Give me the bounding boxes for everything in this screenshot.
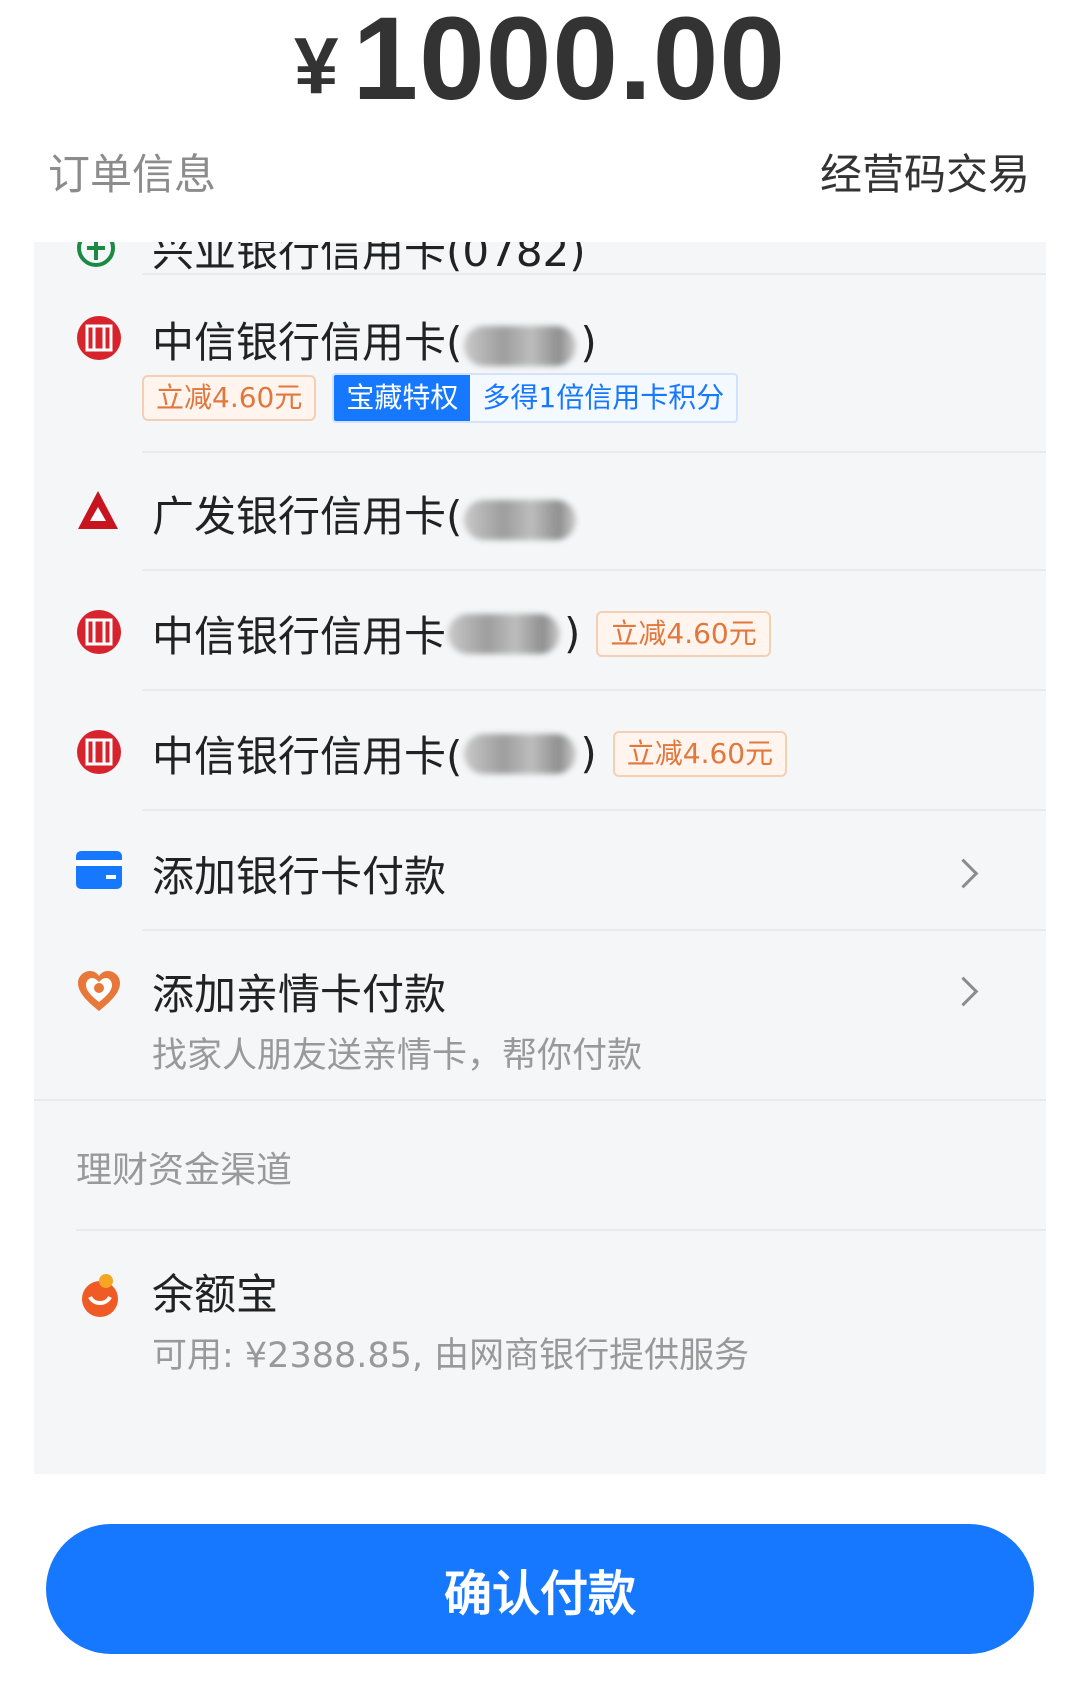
add-bank-card-label: 添加银行卡付款 xyxy=(152,852,447,901)
citic-bank-icon xyxy=(77,610,121,654)
amount-value: 1000.00 xyxy=(352,0,787,125)
order-info-row[interactable]: 订单信息 经营码交易 xyxy=(0,146,1080,204)
yuebao-icon xyxy=(82,1274,118,1317)
citic-bank-icon xyxy=(77,316,121,360)
payment-method-citic-2[interactable]: 中信银行信用卡) 立减4.60元 xyxy=(34,571,1046,689)
promo-tags: 立减4.60元 宝藏特权 多得1倍信用卡积分 xyxy=(142,373,739,423)
bank-name: 中信银行信用卡( xyxy=(152,732,463,781)
privilege-badge: 宝藏特权 多得1倍信用卡积分 xyxy=(332,373,739,423)
family-card-heart-icon xyxy=(78,971,120,1011)
payment-method-citic-3[interactable]: 中信银行信用卡() 立减4.60元 xyxy=(34,691,1046,809)
payment-method-cib[interactable]: 兴业银行信用卡(0782) xyxy=(34,242,1046,276)
yuebao-desc: 可用: ¥2388.85, 由网商银行提供服务 xyxy=(152,1336,750,1376)
yuebao-label: 余额宝 xyxy=(152,1270,279,1319)
masked-card-number xyxy=(464,499,577,540)
masked-card-number xyxy=(448,613,561,654)
payment-method-cgb[interactable]: 广发银行信用卡( xyxy=(34,453,1046,569)
discount-badge: 立减4.60元 xyxy=(142,375,317,421)
discount-badge: 立减4.60元 xyxy=(612,730,788,777)
masked-card-number xyxy=(464,733,577,774)
order-info-label: 订单信息 xyxy=(48,150,217,199)
payment-method-label: 中信银行信用卡() 立减4.60元 xyxy=(152,723,788,784)
privilege-title: 宝藏特权 xyxy=(334,375,471,421)
payment-method-list[interactable]: 兴业银行信用卡(0782) 中信银行信用卡() 立减4.60元 宝藏特权 多得1… xyxy=(34,242,1046,1474)
payment-method-citic-1[interactable]: 中信银行信用卡() 立减4.60元 宝藏特权 多得1倍信用卡积分 xyxy=(34,275,1046,451)
chevron-right-icon xyxy=(948,858,979,889)
bank-name: 中信银行信用卡 xyxy=(152,612,447,661)
payment-method-label: 中信银行信用卡() xyxy=(152,309,597,370)
add-family-card-label: 添加亲情卡付款 xyxy=(152,970,447,1019)
order-info-value: 经营码交易 xyxy=(819,150,1030,199)
payment-amount: ¥ 1000.00 xyxy=(0,0,1080,125)
discount-badge: 立减4.60元 xyxy=(596,610,771,657)
bank-card-icon xyxy=(76,851,122,889)
privilege-desc: 多得1倍信用卡积分 xyxy=(482,381,725,414)
finance-section-header: 理财资金渠道 xyxy=(34,1101,1046,1229)
currency-symbol: ¥ xyxy=(293,21,339,110)
citic-bank-icon xyxy=(77,730,121,774)
finance-section-title: 理财资金渠道 xyxy=(76,1150,293,1191)
bank-name-suffix: ) xyxy=(580,729,597,778)
payment-method-yuebao[interactable]: 余额宝 可用: ¥2388.85, 由网商银行提供服务 xyxy=(34,1231,1046,1411)
confirm-payment-button[interactable]: 确认付款 xyxy=(46,1524,1034,1654)
chevron-right-icon xyxy=(948,976,979,1007)
add-family-card-desc: 找家人朋友送亲情卡，帮你付款 xyxy=(152,1036,643,1076)
masked-card-number xyxy=(464,325,577,366)
add-bank-card-row[interactable]: 添加银行卡付款 xyxy=(34,811,1046,929)
payment-method-label: 广发银行信用卡( xyxy=(152,483,580,544)
cib-bank-icon xyxy=(77,242,115,267)
add-family-card-row[interactable]: 添加亲情卡付款 找家人朋友送亲情卡，帮你付款 xyxy=(34,931,1046,1099)
bank-name-suffix: ) xyxy=(564,609,581,658)
bank-name: 广发银行信用卡( xyxy=(152,492,463,541)
payment-method-label: 中信银行信用卡) 立减4.60元 xyxy=(152,603,771,664)
cgb-bank-icon xyxy=(78,491,118,529)
bank-name-suffix: ) xyxy=(580,318,597,367)
bank-name: 中信银行信用卡( xyxy=(152,318,463,367)
